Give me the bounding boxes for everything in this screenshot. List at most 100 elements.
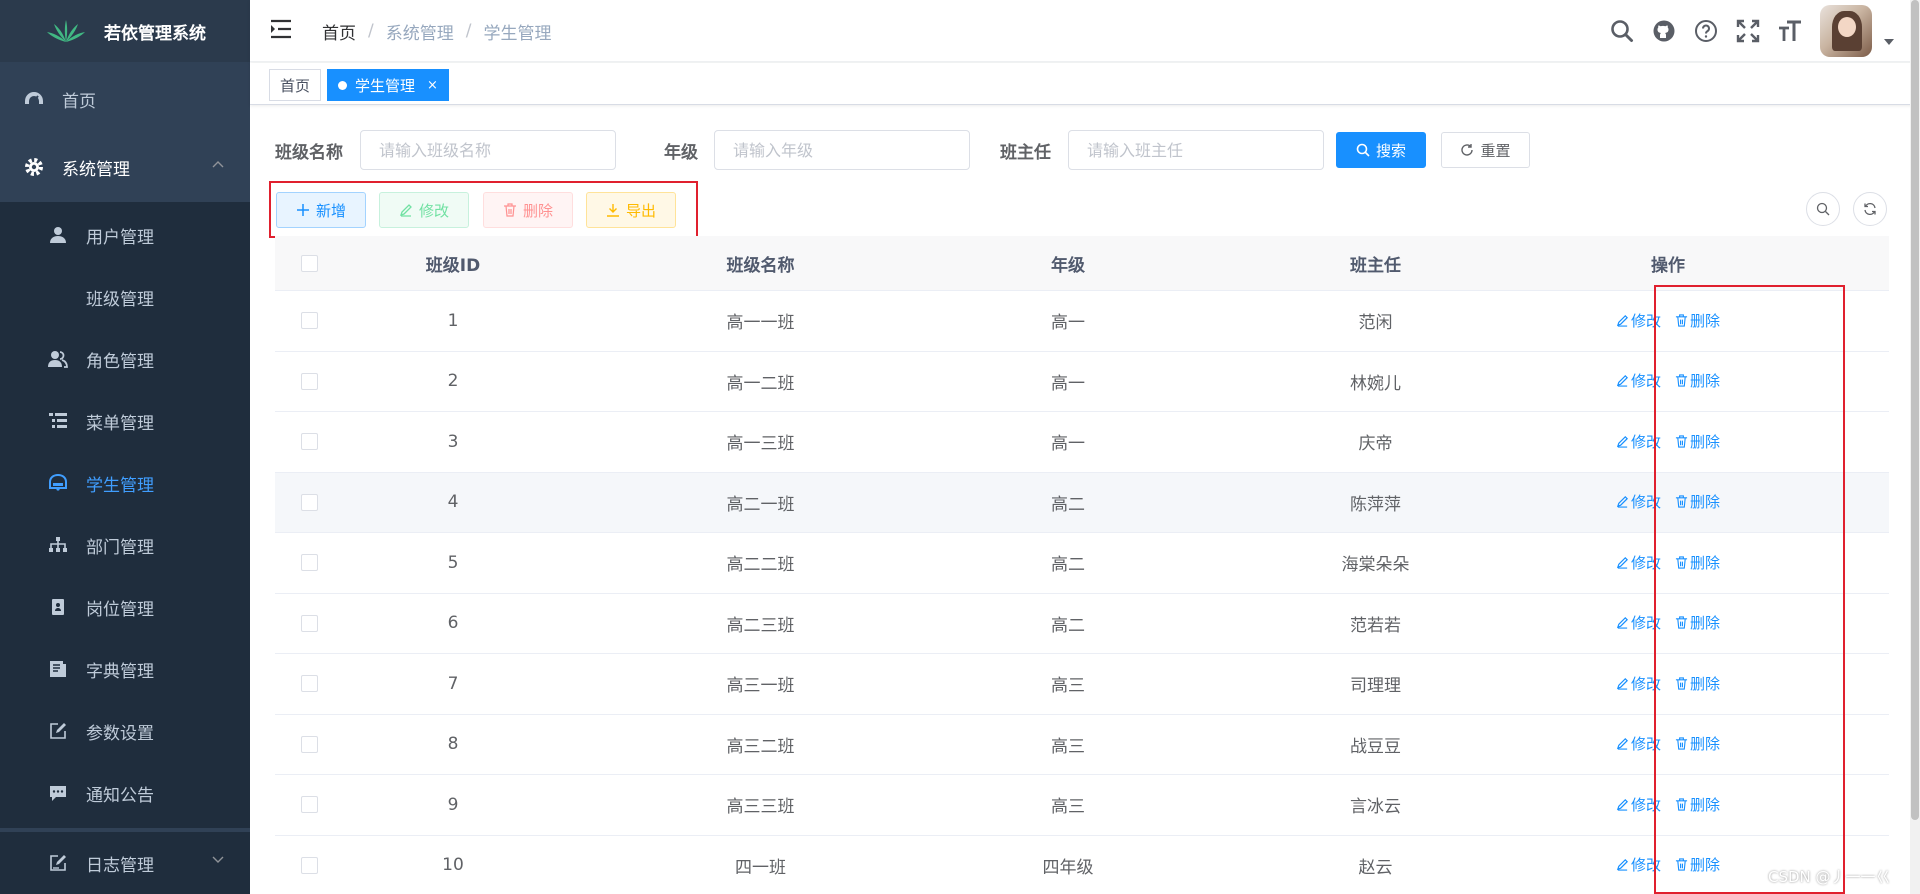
table-row[interactable]: 1 高一一班 高一 范闲 修改 删除: [275, 291, 1889, 352]
table-row[interactable]: 6 高二三班 高二 范若若 修改 删除: [275, 594, 1889, 654]
edit-icon: [1616, 738, 1628, 750]
row-checkbox[interactable]: [300, 312, 318, 330]
grade-input[interactable]: [714, 130, 970, 170]
highlight-box-actions: [1654, 285, 1845, 894]
breadcrumb-home[interactable]: 首页: [322, 19, 356, 44]
tag-students[interactable]: 学生管理 ×: [327, 69, 449, 101]
tree-table-icon: [48, 411, 68, 431]
select-all-cell: [275, 254, 343, 272]
sidebar-item-menus[interactable]: 菜单管理: [0, 390, 250, 452]
table-row[interactable]: 3 高一三班 高一 庆帝 修改 删除: [275, 412, 1889, 473]
sidebar-item-class[interactable]: 班级管理: [0, 266, 250, 328]
table-row[interactable]: 7 高三一班 高三 司理理 修改 删除: [275, 654, 1889, 715]
search-icon: [1356, 143, 1370, 157]
delete-icon: [503, 203, 517, 217]
breadcrumb-system: 系统管理: [385, 23, 454, 44]
cell-class-name: 高一三班: [726, 434, 795, 455]
log-icon: [48, 853, 68, 873]
sidebar-item-label: 用户管理: [86, 227, 154, 248]
nav-right-menu: [1610, 0, 1920, 62]
toggle-search-button[interactable]: [1806, 192, 1840, 226]
row-checkbox[interactable]: [300, 493, 318, 511]
tag-label: 首页: [280, 76, 311, 95]
tree-icon: [48, 535, 68, 555]
sidebar-item-logs[interactable]: 日志管理: [0, 832, 250, 894]
table-row[interactable]: 4 高二一班 高二 陈萍萍 修改 删除: [275, 472, 1889, 533]
logo[interactable]: 若依管理系统: [0, 0, 250, 62]
cell-class-id: 8: [447, 734, 459, 755]
sidebar-item-label: 角色管理: [86, 351, 154, 372]
edit-button[interactable]: 修改: [379, 192, 469, 228]
caret-down-icon[interactable]: [1884, 39, 1894, 45]
sidebar-item-dict[interactable]: 字典管理: [0, 638, 250, 700]
row-checkbox[interactable]: [300, 856, 318, 874]
sidebar-item-students[interactable]: 学生管理: [0, 452, 250, 514]
fullscreen-icon[interactable]: [1736, 19, 1760, 43]
cell-class-id: 3: [447, 431, 459, 452]
sidebar-item-label: 通知公告: [86, 785, 154, 806]
teacher-input[interactable]: [1068, 130, 1324, 170]
active-dot-icon: [338, 80, 347, 90]
select-all-checkbox[interactable]: [300, 254, 318, 272]
breadcrumb-current: 学生管理: [483, 23, 552, 44]
cell-class-name: 高二二班: [726, 555, 795, 576]
cell-grade: 高二: [1051, 494, 1085, 515]
row-checkbox[interactable]: [300, 433, 318, 451]
table-row[interactable]: 9 高三三班 高三 言冰云 修改 删除: [275, 775, 1889, 836]
teacher-label: 班主任: [1000, 143, 1051, 163]
search-button-label: 搜索: [1375, 141, 1406, 160]
refresh-table-button[interactable]: [1853, 192, 1887, 226]
edit-icon: [1616, 859, 1628, 871]
hamburger-icon[interactable]: [270, 19, 292, 39]
cell-teacher: 林婉儿: [1350, 373, 1401, 394]
cell-class-name: 高二一班: [726, 494, 795, 515]
sidebar-item-params[interactable]: 参数设置: [0, 700, 250, 762]
cell-class-name: 高三一班: [726, 676, 795, 697]
table-row[interactable]: 2 高一二班 高一 林婉儿 修改 删除: [275, 352, 1889, 412]
row-checkbox[interactable]: [300, 372, 318, 390]
sidebar-item-home[interactable]: 首页: [0, 68, 250, 130]
avatar-face: [1838, 17, 1856, 37]
table-row[interactable]: 8 高三二班 高三 战豆豆 修改 删除: [275, 715, 1889, 775]
row-checkbox[interactable]: [300, 614, 318, 632]
row-checkbox[interactable]: [300, 796, 318, 814]
delete-button[interactable]: 删除: [483, 192, 573, 228]
scrollbar-thumb[interactable]: [1911, 0, 1919, 820]
sidebar-item-departments[interactable]: 部门管理: [0, 514, 250, 576]
add-button[interactable]: 新增: [276, 192, 366, 228]
breadcrumb-separator: /: [368, 21, 374, 41]
table-row[interactable]: 10 四一班 四年级 赵云 修改 删除: [275, 836, 1889, 894]
sidebar-item-roles[interactable]: 角色管理: [0, 328, 250, 390]
tag-home[interactable]: 首页: [269, 69, 322, 101]
row-checkbox[interactable]: [300, 675, 318, 693]
row-checkbox-cell: [275, 796, 343, 814]
header-class-name: 班级名称: [726, 255, 795, 276]
chevron-down-icon: [212, 856, 224, 863]
sidebar-item-notices[interactable]: 通知公告: [0, 762, 250, 824]
font-size-icon[interactable]: [1778, 19, 1802, 43]
cell-teacher: 司理理: [1350, 676, 1401, 697]
row-checkbox[interactable]: [300, 735, 318, 753]
cell-teacher: 赵云: [1358, 857, 1393, 878]
search-icon[interactable]: [1610, 19, 1634, 43]
sidebar-item-system[interactable]: 系统管理: [0, 136, 250, 198]
export-button[interactable]: 导出: [586, 192, 676, 228]
help-icon[interactable]: [1694, 19, 1718, 43]
sidebar-item-users[interactable]: 用户管理: [0, 204, 250, 266]
github-icon[interactable]: [1652, 19, 1676, 43]
search-button[interactable]: 搜索: [1336, 132, 1426, 168]
table-row[interactable]: 5 高二二班 高二 海棠朵朵 修改 删除: [275, 533, 1889, 594]
scrollbar-track[interactable]: [1910, 0, 1920, 894]
row-checkbox[interactable]: [300, 554, 318, 572]
close-icon[interactable]: ×: [427, 78, 438, 93]
cell-class-id: 9: [447, 794, 459, 815]
cell-class-id: 7: [447, 673, 459, 694]
row-checkbox-cell: [275, 614, 343, 632]
sidebar-item-posts[interactable]: 岗位管理: [0, 576, 250, 638]
class-name-input[interactable]: [360, 130, 616, 170]
tag-label: 学生管理: [355, 76, 416, 95]
edit-icon: [1616, 375, 1628, 387]
cell-grade: 高三: [1051, 736, 1085, 757]
reset-button[interactable]: 重置: [1441, 132, 1530, 168]
avatar[interactable]: [1820, 5, 1872, 57]
